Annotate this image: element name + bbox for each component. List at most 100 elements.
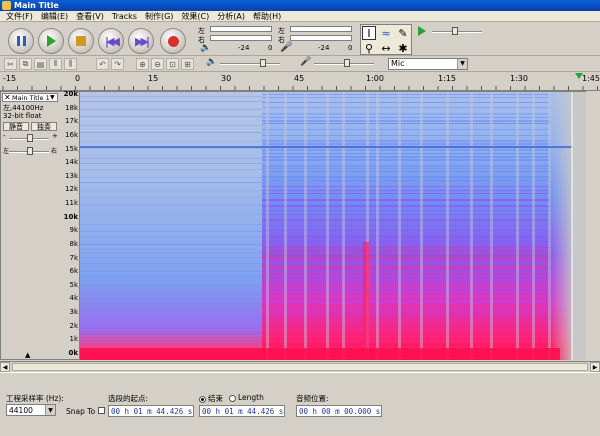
skip-end-button[interactable]: ▶▶| <box>128 28 154 54</box>
chevron-down-icon: ▼ <box>45 405 55 415</box>
scroll-thumb[interactable] <box>12 363 588 371</box>
length-radio[interactable]: Length <box>229 393 264 402</box>
playback-volume-icon: 🔈 <box>206 57 218 67</box>
spectrum-gap <box>516 92 519 360</box>
pan-slider-knob[interactable] <box>27 147 33 155</box>
stop-button[interactable] <box>68 28 94 54</box>
project-rate-value: 44100 <box>9 406 33 415</box>
timeline-ruler[interactable]: -15 0 15 30 45 1:00 1:15 1:30 1:45 <box>0 72 600 91</box>
menu-generate[interactable]: 制作(G) <box>141 11 177 22</box>
trim-icon[interactable]: ⫴ <box>49 58 62 70</box>
project-rate-select[interactable]: 44100 ▼ <box>6 404 56 416</box>
gain-slider-knob[interactable] <box>27 134 33 142</box>
silence-icon[interactable]: ⫼ <box>64 58 77 70</box>
app-icon <box>2 1 11 10</box>
menu-view[interactable]: 查看(V) <box>72 11 108 22</box>
menu-effect[interactable]: 效果(C) <box>177 11 213 22</box>
play-at-speed-icon[interactable] <box>418 26 426 36</box>
spectrum-band <box>80 323 262 324</box>
rec-meter-tick: -24 <box>318 44 330 52</box>
mute-button[interactable]: 静音 <box>3 122 29 131</box>
spectrum-gap <box>446 92 449 360</box>
skip-end-icon: ▶▶| <box>135 34 150 48</box>
menu-file[interactable]: 文件(F) <box>2 11 37 22</box>
copy-icon[interactable]: ⧉ <box>19 58 32 70</box>
gain-plus-label: + <box>52 132 58 140</box>
play-meter-tick: 0 <box>268 44 273 52</box>
redo-icon[interactable]: ↷ <box>111 58 124 70</box>
spectrum-band <box>80 96 262 97</box>
timeshift-tool-icon[interactable]: ↔ <box>379 41 393 55</box>
horizontal-scrollbar[interactable]: ◀ ▶ <box>0 361 600 372</box>
solo-button[interactable]: 独奏 <box>31 122 57 131</box>
record-icon <box>167 35 179 47</box>
spectrum-gap <box>326 92 329 360</box>
spectrum-gap <box>284 92 287 360</box>
edit-toolbar: ✂ ⧉ ▤ ⫴ ⫼ ↶ ↷ ⊕ ⊖ ⊡ ⊞ 🔈 🎤 Mic ▼ <box>0 56 600 72</box>
menu-help[interactable]: 帮助(H) <box>249 11 285 22</box>
close-icon[interactable]: ✕ <box>4 93 11 102</box>
draw-tool-icon[interactable]: ✎ <box>396 26 410 40</box>
record-volume-knob[interactable] <box>344 59 350 67</box>
spectrum-burst <box>363 242 369 360</box>
spectrum-low-band <box>80 348 560 360</box>
ruler-tick-label: 1:45 <box>582 74 600 83</box>
selection-start-field[interactable]: 00 h 01 m 44.426 s <box>108 405 194 417</box>
spectrum-gap <box>376 92 379 360</box>
envelope-tool-icon[interactable]: ≈ <box>379 26 393 40</box>
spectrum-band <box>80 263 262 264</box>
fit-project-icon[interactable]: ⊞ <box>181 58 194 70</box>
frequency-label: 20k <box>63 90 78 98</box>
chevron-down-icon[interactable]: ▼ <box>50 94 55 101</box>
snap-to-label: Snap To <box>66 407 96 416</box>
rec-meter-tick: 0 <box>348 44 353 52</box>
spectrum-gap <box>398 92 401 360</box>
selection-tool-icon[interactable]: I <box>362 26 376 40</box>
spectrum-band <box>80 125 262 126</box>
speaker-icon[interactable]: 🔈 <box>200 43 211 53</box>
microphone-icon[interactable]: 🎤 <box>280 42 292 53</box>
zoom-out-icon[interactable]: ⊖ <box>151 58 164 70</box>
input-source-value: Mic <box>391 59 405 68</box>
play-meter-left <box>210 26 272 32</box>
zoom-tool-icon[interactable]: ⚲ <box>362 41 376 55</box>
spectrum-gap <box>548 92 551 360</box>
spectrum-gap <box>470 92 473 360</box>
tools-panel: I ≈ ✎ ⚲ ↔ ✱ <box>360 24 412 55</box>
pause-button[interactable] <box>8 28 34 54</box>
zoom-in-icon[interactable]: ⊕ <box>136 58 149 70</box>
play-meter-right <box>210 35 272 41</box>
skip-start-button[interactable]: |◀◀ <box>98 28 124 54</box>
menu-tracks[interactable]: Tracks <box>108 11 141 22</box>
multi-tool-icon[interactable]: ✱ <box>396 41 410 55</box>
cut-icon[interactable]: ✂ <box>4 58 17 70</box>
fit-selection-icon[interactable]: ⊡ <box>166 58 179 70</box>
play-speed-slider-knob[interactable] <box>452 27 458 35</box>
record-button[interactable] <box>160 28 186 54</box>
spectrum-band <box>80 244 262 245</box>
ruler-tick-label: 1:30 <box>510 74 528 83</box>
playback-volume-knob[interactable] <box>260 59 266 67</box>
gain-minus-label: - <box>3 132 6 140</box>
audio-position-field[interactable]: 00 h 00 m 00.000 s <box>296 405 382 417</box>
selection-end-field[interactable]: 00 h 01 m 44.426 s <box>199 405 285 417</box>
end-radio[interactable]: 结束 <box>199 393 223 404</box>
spectrogram-view[interactable] <box>80 91 586 360</box>
undo-icon[interactable]: ↶ <box>96 58 109 70</box>
snap-to-checkbox[interactable] <box>98 407 105 414</box>
track-title-bar[interactable]: ✕ Main Title 1 ▼ <box>2 93 58 102</box>
spectrum-gap <box>342 92 345 360</box>
menu-analyze[interactable]: 分析(A) <box>213 11 249 22</box>
menu-edit[interactable]: 编辑(E) <box>37 11 72 22</box>
spectrum-band <box>80 163 262 164</box>
stop-icon <box>76 36 86 46</box>
paste-icon[interactable]: ▤ <box>34 58 47 70</box>
scroll-left-icon[interactable]: ◀ <box>0 362 10 372</box>
spectrum-band <box>80 298 262 299</box>
spectrum-band <box>80 169 262 170</box>
collapse-track-icon[interactable]: ▲ <box>25 351 30 359</box>
input-source-select[interactable]: Mic ▼ <box>388 58 468 70</box>
pause-icon <box>16 36 26 46</box>
play-button[interactable] <box>38 28 64 54</box>
scroll-right-icon[interactable]: ▶ <box>590 362 600 372</box>
